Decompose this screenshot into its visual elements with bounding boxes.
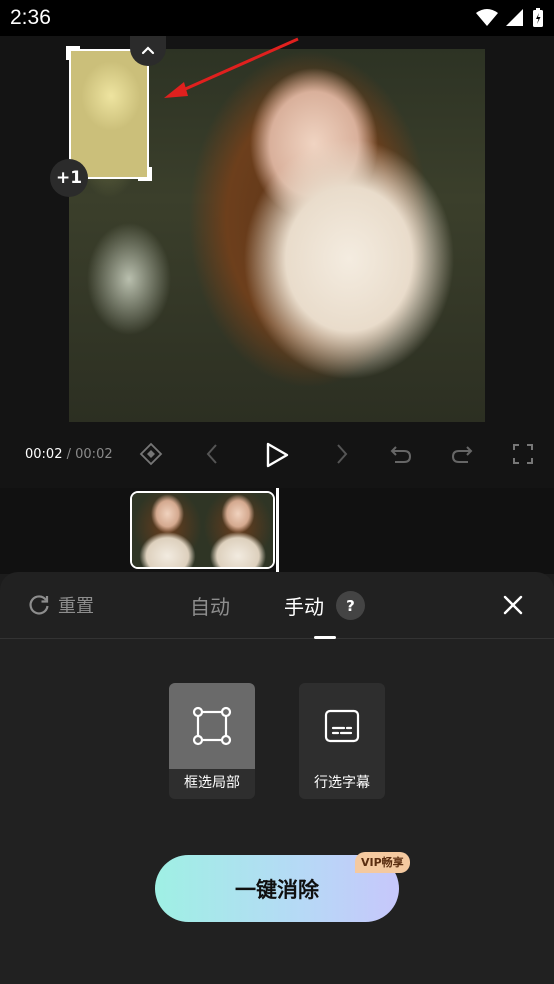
selection-box[interactable] [69,49,149,179]
removal-panel: 重置 自动 手动 ? 框选局部 行选字幕 一键消除 VIP畅享 [0,572,554,984]
subtitle-icon [324,709,360,743]
video-clip[interactable] [130,491,275,569]
annotation-arrow [164,37,299,98]
tab-indicator [314,636,336,639]
tab-manual[interactable]: 手动 [284,591,324,620]
status-icons [476,8,544,28]
tool-box-select-label: 框选局部 [184,775,240,791]
clip-thumbnail [132,493,203,567]
vip-badge: VIP畅享 [355,852,410,873]
play-icon[interactable] [264,441,290,469]
add-selection-button[interactable]: +1 [50,159,88,197]
signal-icon [506,9,523,26]
close-icon[interactable] [502,594,524,616]
status-bar: 2:36 [0,0,554,36]
status-time: 2:36 [10,6,51,29]
tool-subtitle-select-label: 行选字幕 [314,775,370,791]
tool-subtitle-select[interactable]: 行选字幕 [299,683,385,799]
tab-bar: 重置 自动 手动 ? [0,572,554,639]
undo-icon[interactable] [389,442,413,466]
selection-handle-top-left[interactable] [66,46,80,60]
wifi-icon [476,9,498,26]
tool-box-select[interactable]: 框选局部 [169,683,255,799]
one-click-remove-label: 一键消除 [235,877,319,902]
reset-button[interactable]: 重置 [28,592,94,618]
timeline[interactable] [0,488,554,574]
add-selection-label: +1 [55,168,83,188]
playback-controls: 00:02 / 00:02 [0,430,554,480]
reset-icon [29,595,49,615]
battery-icon [533,8,543,27]
selection-handle-bottom-right[interactable] [138,167,152,181]
reset-label: 重置 [58,596,94,617]
timecode: 00:02 / 00:02 [25,447,113,462]
previous-frame-icon[interactable] [202,442,222,466]
current-time: 00:02 [25,447,63,462]
tab-auto[interactable]: 自动 [190,591,230,620]
time-separator: / [66,447,71,462]
help-label: ? [346,596,355,615]
redo-icon[interactable] [450,442,474,466]
clip-thumbnail [202,493,273,567]
total-time: 00:02 [75,447,113,462]
box-select-icon [192,706,232,746]
next-frame-icon[interactable] [332,442,352,466]
keyframe-icon[interactable] [139,442,163,466]
help-button[interactable]: ? [336,591,365,620]
fullscreen-icon[interactable] [511,442,535,466]
playhead[interactable] [276,488,279,572]
close-icon [141,46,155,55]
